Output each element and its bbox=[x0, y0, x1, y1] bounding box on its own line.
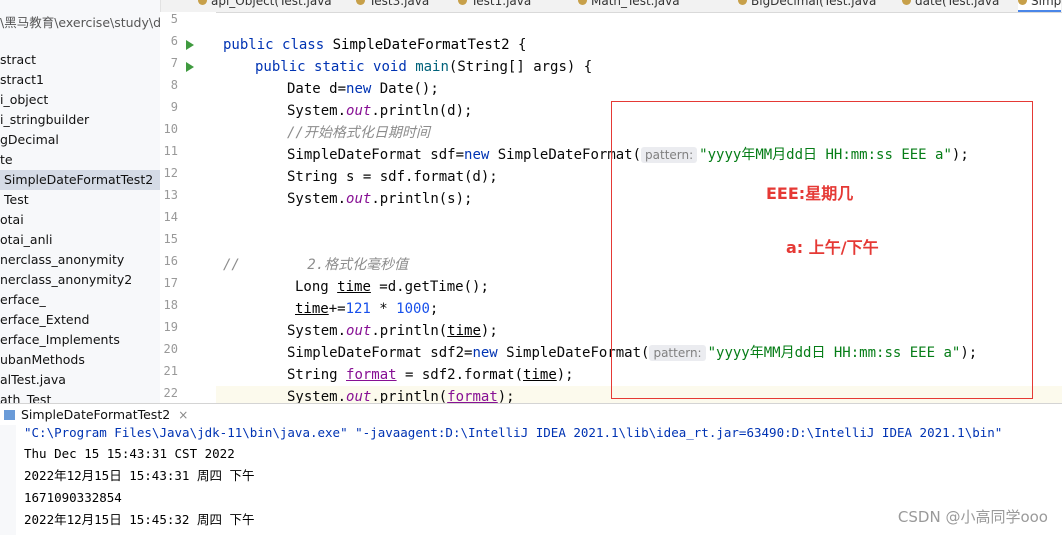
java-file-icon bbox=[902, 0, 911, 5]
run-panel-header: SimpleDateFormatTest2 × bbox=[0, 403, 1062, 426]
run-tab[interactable]: SimpleDateFormatTest2 × bbox=[0, 404, 188, 426]
tree-item[interactable]: stract bbox=[0, 50, 36, 70]
java-file-icon bbox=[356, 0, 365, 5]
annotation-am-pm: a: 上午/下午 bbox=[786, 238, 879, 257]
annotation-eee: EEE:星期几 bbox=[766, 184, 854, 203]
tree-item[interactable]: alTest.java bbox=[0, 370, 66, 390]
line-number: 8 bbox=[170, 78, 178, 92]
java-file-icon bbox=[578, 0, 587, 5]
line-number: 11 bbox=[163, 144, 178, 158]
console-line: 2022年12月15日 15:45:32 周四 下午 bbox=[24, 512, 255, 527]
java-file-icon bbox=[198, 0, 207, 5]
run-console[interactable]: "C:\Program Files\Java\jdk-11\bin\java.e… bbox=[0, 425, 1062, 535]
line-number: 19 bbox=[163, 320, 178, 334]
console-line: 2022年12月15日 15:43:31 周四 下午 bbox=[24, 468, 255, 483]
tab-math-test[interactable]: Math_Test.java bbox=[578, 0, 680, 10]
tree-item[interactable]: stract1 bbox=[0, 70, 44, 90]
close-icon[interactable]: × bbox=[178, 408, 188, 422]
tab-api-object-test[interactable]: api_Object(Test.java bbox=[198, 0, 332, 10]
tree-item[interactable]: nerclass_anonymity2 bbox=[0, 270, 132, 290]
code-line-10: //开始格式化日期时间 bbox=[287, 125, 430, 141]
code-line-13: System.out.println(s); bbox=[287, 191, 473, 207]
run-main-icon[interactable] bbox=[186, 62, 194, 72]
code-line-19: System.out.println(time); bbox=[287, 323, 498, 339]
console-line: "C:\Program Files\Java\jdk-11\bin\java.e… bbox=[24, 425, 1003, 440]
java-file-icon bbox=[1018, 0, 1027, 5]
line-number: 16 bbox=[163, 254, 178, 268]
console-toolbar bbox=[0, 425, 16, 535]
console-line: 1671090332854 bbox=[24, 490, 122, 505]
annotation-box: EEE:星期几 a: 上午/下午 bbox=[611, 101, 1033, 399]
code-line-16: // 2.格式化毫秒值 bbox=[223, 257, 409, 273]
code-line-18: time+=121 * 1000; bbox=[295, 301, 439, 317]
tree-item[interactable]: nerclass_anonymity bbox=[0, 250, 124, 270]
java-file-icon bbox=[458, 0, 467, 5]
tree-item[interactable]: ubanMethods bbox=[0, 350, 85, 370]
tree-item[interactable]: erface_ bbox=[0, 290, 46, 310]
line-number: 15 bbox=[163, 232, 178, 246]
code-line-9: System.out.println(d); bbox=[287, 103, 473, 119]
tree-item[interactable]: erface_Implements bbox=[0, 330, 120, 350]
project-tree: \黑马教育\exercise\study\da stract stract1 i… bbox=[0, 0, 161, 403]
code-line-21: String format = sdf2.format(time); bbox=[287, 367, 574, 383]
line-number: 12 bbox=[163, 166, 178, 180]
tree-item[interactable]: ath_Test bbox=[0, 390, 51, 403]
tree-item[interactable]: erface_Extend bbox=[0, 310, 89, 330]
line-number: 22 bbox=[163, 386, 178, 400]
tree-item-selected[interactable]: SimpleDateFormatTest2 bbox=[0, 170, 160, 190]
tab-bigdecimal-test[interactable]: BigDecimal(Test.java bbox=[738, 0, 876, 10]
tab-test1[interactable]: Test1.java bbox=[458, 0, 531, 10]
tree-item[interactable]: otai_anli bbox=[0, 230, 52, 250]
line-number: 14 bbox=[163, 210, 178, 224]
tab-date-test[interactable]: date(Test.java bbox=[902, 0, 999, 10]
run-config-icon bbox=[4, 410, 15, 420]
tree-item[interactable]: gDecimal bbox=[0, 130, 59, 150]
code-line-8: Date d=new Date(); bbox=[287, 81, 439, 97]
tab-test3[interactable]: Test3.java bbox=[356, 0, 429, 10]
tree-item[interactable]: otai bbox=[0, 210, 24, 230]
code-line-12: String s = sdf.format(d); bbox=[287, 169, 498, 185]
line-number: 6 bbox=[170, 34, 178, 48]
line-number: 20 bbox=[163, 342, 178, 356]
code-line-6: public class SimpleDateFormatTest2 { bbox=[223, 37, 527, 53]
tree-item[interactable]: te bbox=[0, 150, 13, 170]
line-number: 18 bbox=[163, 298, 178, 312]
tree-item[interactable]: i_object bbox=[0, 90, 48, 110]
java-file-icon bbox=[738, 0, 747, 5]
run-class-icon[interactable] bbox=[186, 40, 194, 50]
code-line-17: Long time =d.getTime(); bbox=[295, 279, 489, 295]
line-number: 5 bbox=[170, 12, 178, 26]
console-line: Thu Dec 15 15:43:31 CST 2022 bbox=[24, 446, 235, 461]
line-number: 21 bbox=[163, 364, 178, 378]
tree-path-label: \黑马教育\exercise\study\da bbox=[0, 15, 161, 30]
line-number: 10 bbox=[163, 122, 178, 136]
line-number: 9 bbox=[170, 100, 178, 114]
line-number: 7 bbox=[170, 56, 178, 70]
watermark: CSDN @小高同学ooo bbox=[897, 508, 1048, 526]
tree-item[interactable]: Test bbox=[0, 190, 29, 210]
editor-gutter: 5 6 7 8 9 10 11 12 13 14 15 16 17 18 19 … bbox=[160, 12, 216, 403]
code-line-7: public static void main(String[] args) { bbox=[255, 59, 593, 75]
line-number: 17 bbox=[163, 276, 178, 290]
tab-simpledateformattest2[interactable]: Simp bbox=[1018, 0, 1062, 12]
line-number: 13 bbox=[163, 188, 178, 202]
tree-item[interactable]: i_stringbuilder bbox=[0, 110, 89, 130]
